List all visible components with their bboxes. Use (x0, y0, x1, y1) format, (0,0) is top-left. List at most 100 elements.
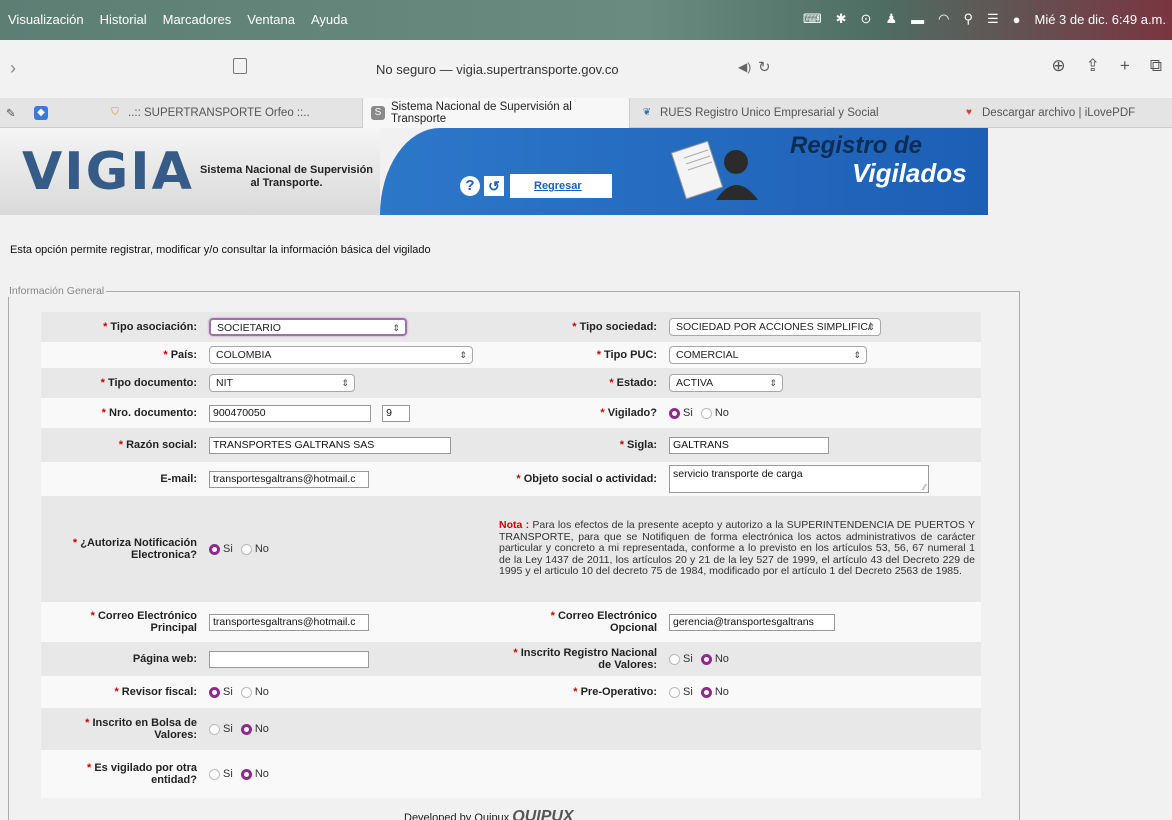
fieldset-legend: Información General (7, 285, 107, 297)
sound-icon[interactable]: ◀) (738, 60, 751, 74)
correo-principal-input[interactable]: transportesgaltrans@hotmail.c (209, 613, 369, 631)
pais-label: País: (170, 349, 197, 361)
tab-label: Descargar archivo | iLovePDF (982, 107, 1136, 119)
vigilado-label: Vigilado? (607, 407, 657, 419)
form-row: * Correo Electrónico Principal transporte… (41, 602, 981, 642)
battery-icon[interactable]: ▬ (911, 12, 924, 27)
address-bar[interactable]: No seguro — vigia.supertransporte.gov.co (376, 62, 619, 77)
search-icon[interactable]: ⚲ (963, 11, 973, 27)
email-input[interactable]: transportesgaltrans@hotmail.c (209, 470, 369, 488)
inscrito-bolsa-si-radio[interactable] (209, 723, 220, 735)
razon-social-input[interactable]: TRANSPORTES GALTRANS SAS (209, 436, 451, 454)
tipo-sociedad-label: Tipo sociedad: (579, 321, 657, 333)
menubar-clock[interactable]: Mié 3 de dic. 6:49 a.m. (1034, 12, 1166, 27)
form-row: Página web: * Inscrito Registro Nacional… (41, 642, 981, 676)
wifi-icon[interactable]: ◠ (938, 11, 949, 27)
tipo-asociacion-label: Tipo asociación: (110, 321, 197, 333)
digito-verificacion-input[interactable]: 9 (382, 404, 411, 422)
tab-vigia[interactable]: S Sistema Nacional de Supervisión al Tra… (362, 98, 630, 128)
autoriza-si-radio[interactable] (209, 543, 220, 555)
tab-orfeo[interactable]: ⛉ ..:: SUPERTRANSPORTE Orfeo ::.. (108, 98, 348, 128)
vigilado-otra-si-radio[interactable] (209, 768, 220, 780)
tab-ilovepdf[interactable]: ♥ Descargar archivo | iLovePDF (962, 98, 1167, 128)
vigilado-si-radio[interactable] (669, 407, 680, 419)
general-info-form: * Tipo asociación: SOCIETARIO * Tipo soc… (41, 312, 981, 798)
tabs-overview-icon[interactable]: ⧉ (1150, 56, 1162, 76)
inscrito-rnv-no-radio[interactable] (700, 653, 712, 665)
bookmark-app-icon[interactable]: ◆ (34, 98, 48, 128)
menu-ventana[interactable]: Ventana (247, 12, 295, 27)
tipo-puc-label: Tipo PUC: (604, 349, 657, 361)
menu-ayuda[interactable]: Ayuda (311, 12, 348, 27)
rues-icon: ❦ (642, 107, 652, 118)
menu-marcadores[interactable]: Marcadores (163, 12, 232, 27)
autoriza-label: ¿Autoriza Notificación (80, 537, 197, 549)
tab-label: ..:: SUPERTRANSPORTE Orfeo ::.. (128, 107, 310, 119)
siri-icon[interactable]: ● (1013, 12, 1021, 27)
back-arrow-icon[interactable]: ↺ (484, 176, 504, 196)
nota-text: Nota : Para los efectos de la presente a… (499, 519, 976, 578)
shield-icon: ⛉ (111, 107, 119, 118)
pre-operativo-si-radio[interactable] (669, 686, 680, 698)
estado-select[interactable]: ACTIVA (669, 374, 783, 392)
page-icon[interactable] (233, 58, 247, 74)
forward-chevron-icon[interactable]: › (10, 58, 16, 79)
s-favicon-icon: S (371, 106, 385, 120)
general-info-fieldset: Información General * Tipo asociación: S… (7, 285, 1020, 820)
help-icon[interactable]: ? (460, 176, 480, 196)
vigia-logo: VIGIA (22, 142, 194, 202)
inscrito-rnv-si-radio[interactable] (669, 653, 680, 665)
tipo-documento-select[interactable]: NIT (209, 374, 355, 392)
tab-rues[interactable]: ❦ RUES Registro Unico Empresarial y Soci… (640, 98, 940, 128)
user-icon[interactable]: ♟ (885, 11, 897, 27)
objeto-social-textarea[interactable]: servicio transporte de carga (669, 465, 929, 493)
tipo-documento-label: Tipo documento: (107, 377, 197, 389)
inscrito-bolsa-label: Inscrito en Bolsa de (92, 717, 197, 729)
form-row: E-mail: transportesgaltrans@hotmail.c * … (41, 462, 981, 496)
pencil-icon[interactable]: ✎ (6, 98, 16, 128)
tab-label: Sistema Nacional de Supervisión al Trans… (390, 101, 572, 125)
sigla-label: Sigla: (627, 439, 657, 451)
form-row: * Nro. documento: 900470050 9 * Vigilado… (41, 398, 981, 428)
intro-text: Esta opción permite registrar, modificar… (10, 244, 431, 256)
inscrito-bolsa-no-radio[interactable] (240, 723, 252, 735)
keyboard-icon[interactable]: ⌨ (803, 11, 822, 27)
correo-opcional-label: Correo Electrónico (557, 610, 657, 622)
sigla-input[interactable]: GALTRANS (669, 436, 829, 454)
revisor-fiscal-no-radio[interactable] (240, 686, 252, 698)
vigilado-otra-no-radio[interactable] (240, 768, 252, 780)
form-row: * Razón social: TRANSPORTES GALTRANS SAS… (41, 428, 981, 462)
pagina-web-input[interactable] (209, 650, 369, 668)
tipo-puc-select[interactable]: COMERCIAL (669, 346, 867, 364)
new-tab-icon[interactable]: + (1120, 56, 1130, 76)
bluetooth-icon[interactable]: ✱ (836, 11, 847, 27)
pagina-web-label: Página web: (132, 653, 197, 665)
logo-subtitle: Sistema Nacional de Supervisión al Trans… (200, 164, 374, 189)
regresar-link[interactable]: Regresar (510, 174, 612, 198)
nro-documento-input[interactable]: 900470050 (209, 404, 371, 422)
revisor-fiscal-si-radio[interactable] (209, 686, 220, 698)
vigilado-no-radio[interactable] (700, 407, 712, 419)
vigilados-title: Vigilados (852, 158, 967, 188)
control-center-icon[interactable]: ☰ (987, 11, 999, 27)
share-icon[interactable]: ⇪ (1086, 56, 1100, 76)
correo-opcional-input[interactable]: gerencia@transportesgaltrans (669, 613, 835, 631)
form-row: * ¿Autoriza Notificación Electronica? Si … (41, 496, 981, 602)
heart-icon: ♥ (966, 107, 972, 118)
pais-select[interactable]: COLOMBIA (209, 346, 473, 364)
play-icon[interactable]: ⊙ (861, 11, 872, 27)
macos-menubar: Visualización Historial Marcadores Venta… (0, 0, 1172, 40)
reload-icon[interactable]: ↻ (758, 58, 771, 76)
pre-operativo-no-radio[interactable] (700, 686, 712, 698)
estado-label: Estado: (616, 377, 657, 389)
menu-historial[interactable]: Historial (100, 12, 147, 27)
tipo-sociedad-select[interactable]: SOCIEDAD POR ACCIONES SIMPLIFIC/ (669, 318, 881, 336)
menu-visualizacion[interactable]: Visualización (8, 12, 84, 27)
tipo-asociacion-select[interactable]: SOCIETARIO (209, 318, 407, 336)
autoriza-no-radio[interactable] (240, 543, 252, 555)
objeto-social-label: Objeto social o actividad: (523, 473, 657, 485)
form-row: * Revisor fiscal: Si No * Pre-Operativo:… (41, 676, 981, 708)
inscrito-rnv-label: Inscrito Registro Nacional (520, 647, 657, 659)
download-icon[interactable]: ⊕ (1051, 56, 1065, 76)
form-row: * Es vigilado por otra entidad? Si No (41, 750, 981, 798)
